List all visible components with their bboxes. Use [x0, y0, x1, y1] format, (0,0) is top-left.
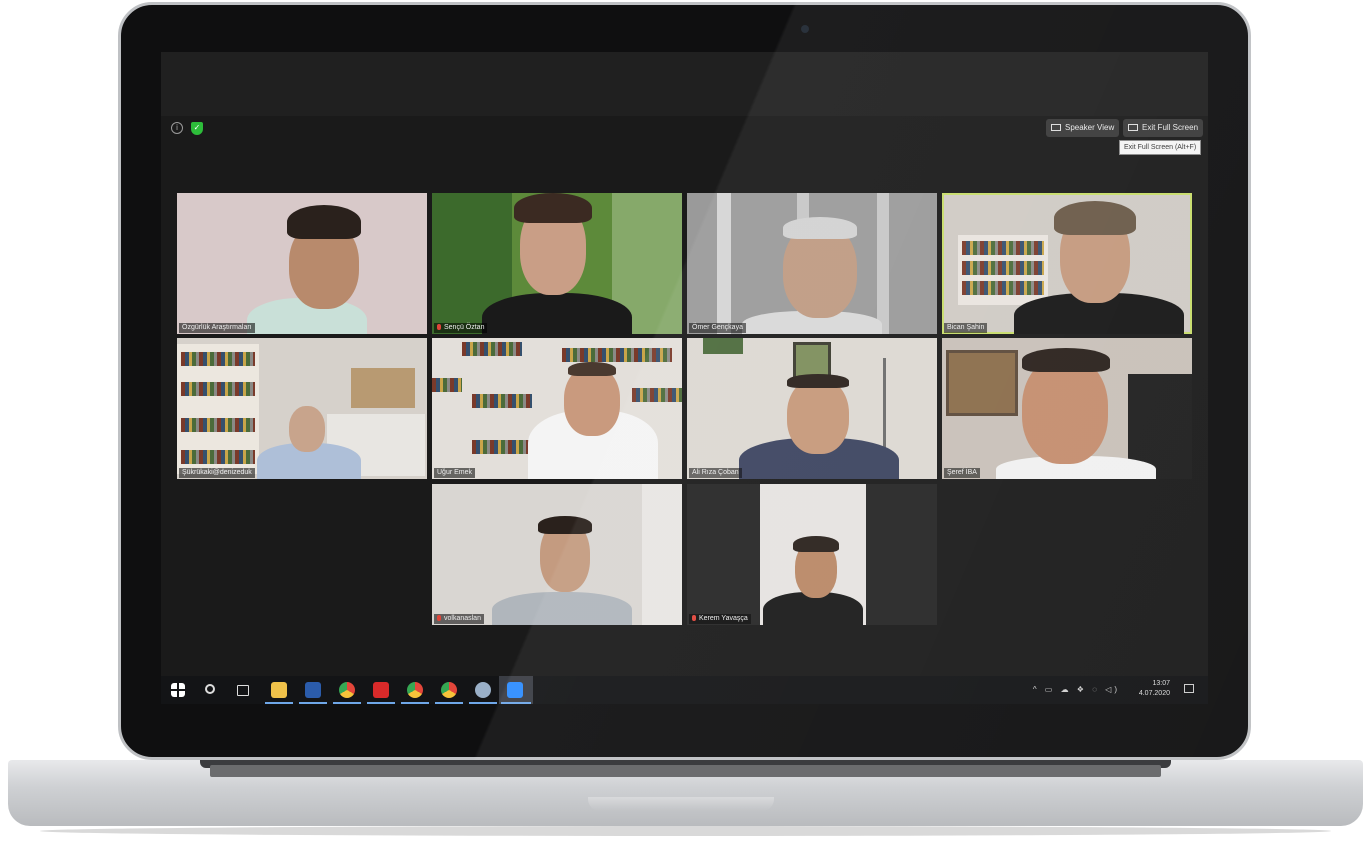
camera-icon: [801, 25, 809, 33]
app-icon[interactable]: [475, 682, 491, 698]
system-tray[interactable]: ^ ▭ ☁ ❖ ◌ ◁): [1033, 685, 1120, 694]
laptop-shadow: [40, 826, 1331, 836]
participant-name: volkanaslan: [434, 614, 484, 624]
search-icon[interactable]: [205, 684, 215, 694]
participant-video: [482, 293, 632, 334]
file-explorer-icon[interactable]: [271, 682, 287, 698]
video-tile-active-speaker[interactable]: Bican Şahin: [942, 193, 1192, 334]
acrobat-icon[interactable]: [373, 682, 389, 698]
video-tile[interactable]: Kerem Yavaşça: [687, 484, 937, 625]
participant-name: Şükrükaki@denizeduk: [179, 468, 255, 478]
muted-mic-icon: [437, 324, 441, 330]
participant-name: Kerem Yavaşça: [689, 614, 751, 624]
video-tile[interactable]: Şeref İBA: [942, 338, 1192, 479]
speaker-view-icon: [1051, 124, 1061, 131]
zoom-screen: i ✓ Speaker View Exit Full Screen Exit F…: [161, 52, 1208, 704]
word-icon[interactable]: [305, 682, 321, 698]
video-tile[interactable]: volkanaslan: [432, 484, 682, 625]
video-tile[interactable]: Ali Rıza Çoban: [687, 338, 937, 479]
speaker-view-button[interactable]: Speaker View: [1046, 119, 1120, 137]
muted-mic-icon: [437, 615, 441, 621]
chrome-icon[interactable]: [441, 682, 457, 698]
encryption-shield-icon[interactable]: ✓: [191, 122, 203, 135]
exit-full-screen-icon: [1128, 124, 1138, 131]
chrome-icon[interactable]: [407, 682, 423, 698]
participant-name: Şeref İBA: [944, 468, 980, 478]
video-tile[interactable]: Özgürlük Araştırmaları: [177, 193, 427, 334]
video-tile[interactable]: Uğur Emek: [432, 338, 682, 479]
task-view-icon[interactable]: [237, 685, 249, 696]
exit-full-screen-tooltip: Exit Full Screen (Alt+F): [1119, 140, 1202, 155]
muted-mic-icon: [692, 615, 696, 621]
windows-start-icon[interactable]: [171, 683, 185, 697]
clock[interactable]: 13:07 4.07.2020: [1139, 679, 1170, 699]
info-icon[interactable]: i: [171, 122, 183, 134]
exit-full-screen-button[interactable]: Exit Full Screen: [1123, 119, 1204, 137]
video-tile[interactable]: Sençü Öztan: [432, 193, 682, 334]
title-area: [161, 52, 1208, 116]
keyboard-edge: [210, 765, 1161, 777]
participant-name: Sençü Öztan: [434, 323, 488, 333]
chrome-icon[interactable]: [339, 682, 355, 698]
participant-video: [492, 592, 632, 625]
participant-name: Ömer Gençkaya: [689, 323, 746, 333]
notification-icon[interactable]: [1184, 684, 1194, 693]
participant-name: Uğur Emek: [434, 468, 476, 478]
windows-taskbar: ^ ▭ ☁ ❖ ◌ ◁) 13:07 4.07.2020: [161, 676, 1208, 704]
participant-name: Bican Şahin: [944, 323, 988, 333]
opening-notch: [588, 797, 774, 811]
zoom-icon[interactable]: [507, 682, 523, 698]
video-tile[interactable]: Ömer Gençkaya: [687, 193, 937, 334]
video-tile[interactable]: Şükrükaki@denizeduk: [177, 338, 427, 479]
participant-name: Özgürlük Araştırmaları: [179, 323, 255, 333]
participant-name: Ali Rıza Çoban: [689, 468, 742, 478]
